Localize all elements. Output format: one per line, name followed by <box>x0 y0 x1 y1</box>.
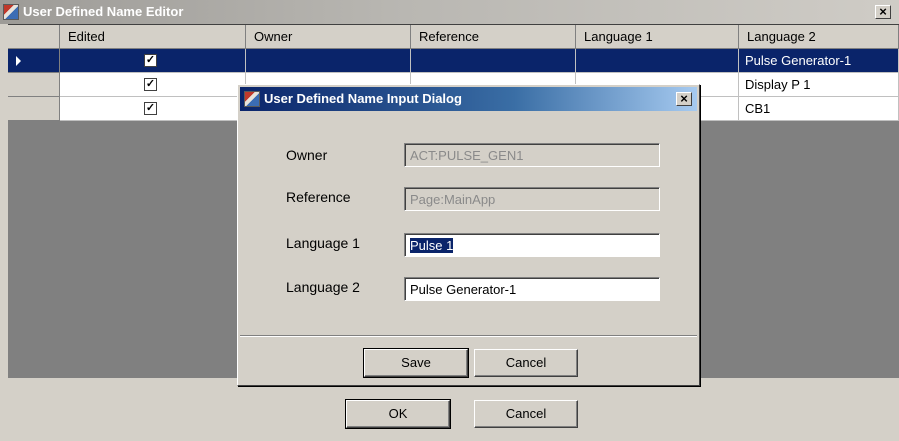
language2-label: Language 2 <box>286 279 360 295</box>
grid-corner-header <box>8 25 60 49</box>
language1-cell[interactable] <box>576 49 739 73</box>
language2-input[interactable]: Pulse Generator-1 <box>404 277 660 301</box>
close-icon[interactable]: × <box>875 5 891 19</box>
edited-checkbox[interactable]: ✓ <box>144 78 157 91</box>
row-selector[interactable] <box>8 73 60 97</box>
column-header-language2[interactable]: Language 2 <box>739 25 899 49</box>
ok-button[interactable]: OK <box>345 399 451 429</box>
language1-label: Language 1 <box>286 235 360 251</box>
owner-label: Owner <box>286 147 328 163</box>
cancel-button[interactable]: Cancel <box>474 400 578 428</box>
column-header-language1[interactable]: Language 1 <box>576 25 739 49</box>
reference-cell[interactable] <box>411 49 576 73</box>
close-icon[interactable]: × <box>676 92 692 106</box>
dialog-separator <box>240 335 697 337</box>
name-editor-window: User Defined Name Editor × Edited Owner … <box>0 0 899 441</box>
column-header-reference[interactable]: Reference <box>411 25 576 49</box>
name-input-dialog: User Defined Name Input Dialog × Owner A… <box>237 84 700 386</box>
edited-checkbox[interactable]: ✓ <box>144 102 157 115</box>
reference-field: Page:MainApp <box>404 187 660 211</box>
language2-cell[interactable]: Pulse Generator-1 <box>739 49 899 73</box>
app-icon <box>3 4 19 20</box>
row-selector[interactable] <box>8 97 60 121</box>
row-pointer-icon <box>16 56 21 66</box>
owner-field: ACT:PULSE_GEN1 <box>404 143 660 167</box>
row-selector[interactable] <box>8 49 60 73</box>
reference-label: Reference <box>286 189 351 205</box>
owner-cell[interactable] <box>246 49 411 73</box>
edited-cell[interactable]: ✓ <box>60 97 246 121</box>
app-icon <box>244 91 260 107</box>
edited-checkbox[interactable]: ✓ <box>144 54 157 67</box>
window-titlebar[interactable]: User Defined Name Editor × <box>0 0 899 24</box>
language1-input[interactable]: Pulse 1 <box>404 233 660 257</box>
column-header-edited[interactable]: Edited <box>60 25 246 49</box>
dialog-title: User Defined Name Input Dialog <box>264 91 462 106</box>
language2-cell[interactable]: CB1 <box>739 97 899 121</box>
save-button[interactable]: Save <box>363 348 469 378</box>
edited-cell[interactable]: ✓ <box>60 49 246 73</box>
dialog-titlebar[interactable]: User Defined Name Input Dialog × <box>240 87 697 111</box>
column-header-owner[interactable]: Owner <box>246 25 411 49</box>
language1-selected-text: Pulse 1 <box>410 238 454 253</box>
language2-cell[interactable]: Display P 1 <box>739 73 899 97</box>
dialog-cancel-button[interactable]: Cancel <box>474 349 578 377</box>
window-title: User Defined Name Editor <box>23 4 184 19</box>
edited-cell[interactable]: ✓ <box>60 73 246 97</box>
